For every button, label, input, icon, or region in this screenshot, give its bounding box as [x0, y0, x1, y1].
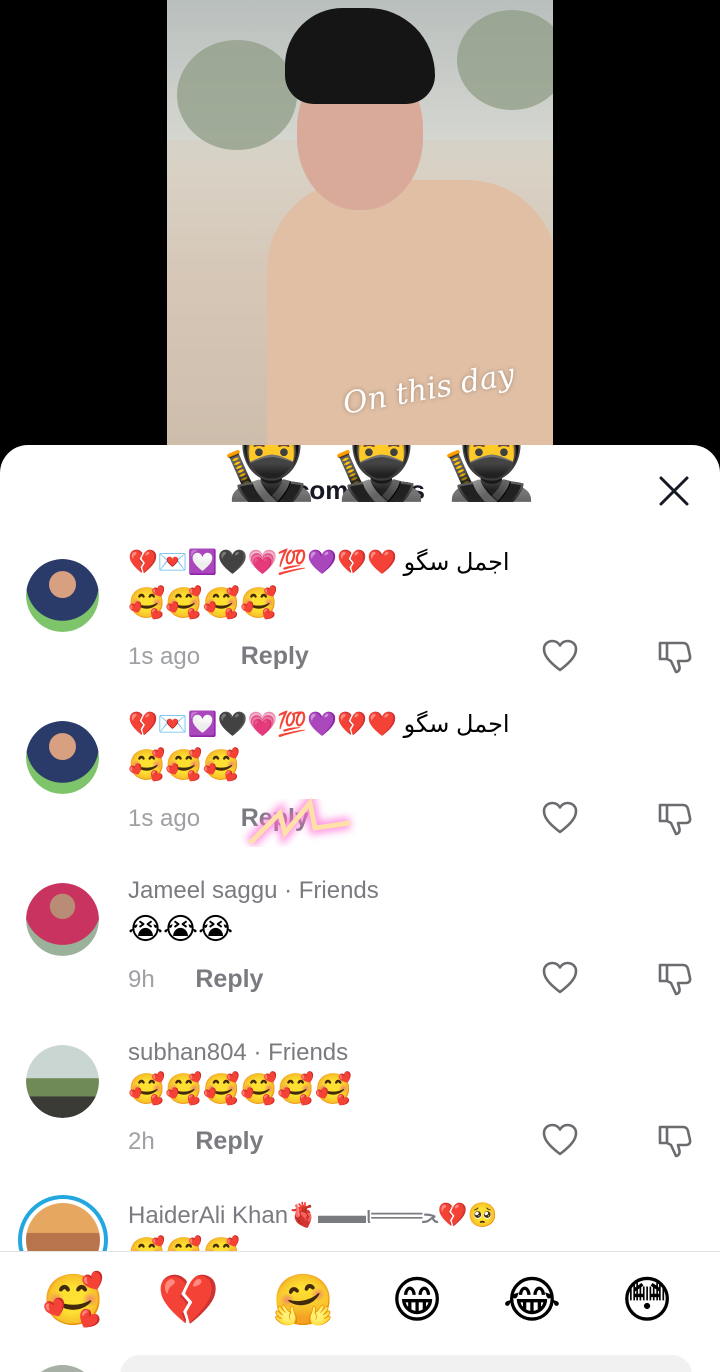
- comment-text: 🥰🥰🥰: [128, 749, 241, 782]
- avatar[interactable]: [26, 1045, 99, 1118]
- emoji-joy-button[interactable]: 😂: [502, 1270, 562, 1330]
- comment-time: 2h: [128, 1128, 155, 1155]
- comment-author[interactable]: subhan804 · Friends: [128, 1039, 348, 1067]
- heart-icon[interactable]: [542, 961, 578, 995]
- comment-input[interactable]: [120, 1355, 692, 1372]
- video-area[interactable]: On this day: [0, 0, 720, 460]
- dislike-icon[interactable]: [656, 959, 694, 997]
- comment-meta: 9h Reply: [128, 965, 263, 994]
- avatar[interactable]: [26, 559, 99, 632]
- reply-button[interactable]: Reply: [241, 804, 309, 832]
- reply-button[interactable]: Reply: [195, 965, 263, 993]
- emoji-grin-button[interactable]: 😁: [387, 1270, 447, 1330]
- close-icon[interactable]: [656, 473, 692, 509]
- comment-time: 9h: [128, 966, 155, 993]
- comment-meta: 2h Reply: [128, 1127, 263, 1156]
- heart-icon[interactable]: [542, 801, 578, 835]
- comment-time: 1s ago: [128, 805, 201, 832]
- sheet-header: comments 🥷🥷🥷: [0, 445, 720, 535]
- ninja-sticker-icon: 🥷🥷🥷: [218, 445, 549, 503]
- emoji-quick-bar: 🥰 💔 🤗 😁 😂 😳: [0, 1251, 720, 1372]
- comment-meta: 1s ago Reply: [128, 804, 309, 833]
- emoji-broken-heart-button[interactable]: 💔: [157, 1270, 219, 1330]
- comment-text: 🥰🥰🥰🥰🥰🥰: [128, 1073, 353, 1106]
- comments-sheet: comments 🥷🥷🥷 اجمل سگو ❤️💔💜💯💗🖤💟💌💔 🥰🥰🥰🥰 1s…: [0, 445, 720, 1372]
- avatar[interactable]: [26, 883, 99, 956]
- heart-icon[interactable]: [542, 639, 578, 673]
- comment-text-line1: اجمل سگو ❤️💔💜💯💗🖤💟💌💔: [128, 549, 510, 576]
- reply-button[interactable]: Reply: [195, 1127, 263, 1155]
- heart-icon[interactable]: [542, 1123, 578, 1157]
- comment-time: 1s ago: [128, 643, 201, 670]
- video-thumbnail[interactable]: On this day: [167, 0, 553, 460]
- comment-text-line1: اجمل سگو ❤️💔💜💯💗🖤💟💌💔: [128, 711, 510, 738]
- comment-text: 🥰🥰🥰🥰: [128, 587, 278, 620]
- dislike-icon[interactable]: [656, 799, 694, 837]
- comment-author[interactable]: Jameel saggu · Friends: [128, 877, 379, 905]
- avatar[interactable]: [26, 721, 99, 794]
- dislike-icon[interactable]: [656, 1121, 694, 1159]
- dislike-icon[interactable]: [656, 637, 694, 675]
- emoji-smiling-hearts-button[interactable]: 🥰: [42, 1270, 104, 1330]
- comment-author[interactable]: HaiderAli Khan🫀▬▬ι═══ﺤ💔🥺: [128, 1201, 498, 1230]
- reply-button[interactable]: Reply: [241, 642, 309, 670]
- comment-meta: 1s ago Reply: [128, 642, 309, 671]
- emoji-flushed-button[interactable]: 😳: [617, 1270, 677, 1330]
- comment-text: 😭😭😭: [128, 913, 234, 946]
- emoji-hugging-button[interactable]: 🤗: [272, 1270, 334, 1330]
